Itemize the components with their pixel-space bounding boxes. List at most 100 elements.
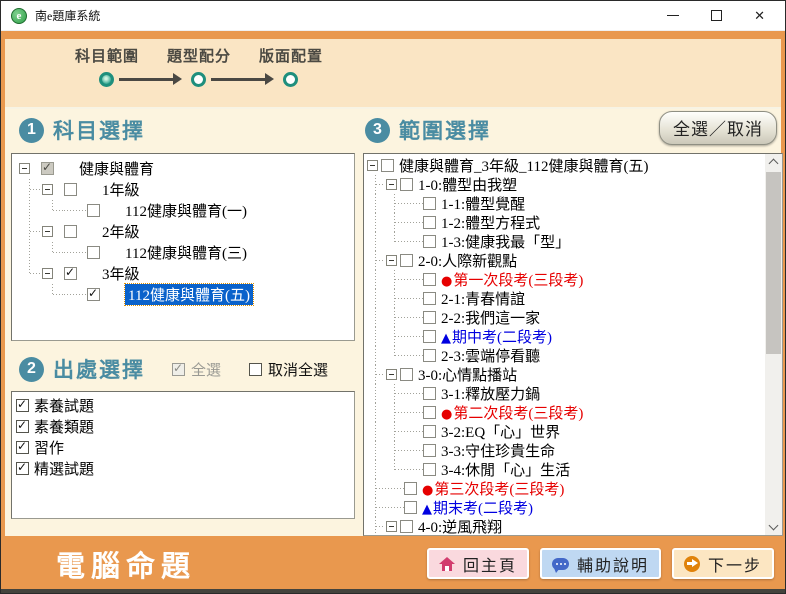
tree-connector (385, 384, 404, 403)
checkbox[interactable] (423, 292, 436, 305)
checkbox[interactable] (423, 197, 436, 210)
expand-toggle-icon[interactable] (386, 369, 397, 380)
expand-toggle-icon[interactable] (42, 184, 53, 195)
checkbox[interactable] (400, 178, 413, 191)
checkbox[interactable] (423, 444, 436, 457)
tree-node-label[interactable]: 4-0:逆風飛翔 (418, 516, 502, 536)
checkbox[interactable] (423, 235, 436, 248)
maximize-button-icon[interactable] (711, 10, 722, 21)
tree-node-label[interactable]: 3-0:心情點播站 (418, 364, 517, 385)
tree-connector (366, 346, 385, 365)
chat-icon (552, 558, 569, 570)
tree-node-label[interactable]: ▲期末考(二段考) (422, 497, 533, 518)
tree-node-label[interactable]: 1-0:體型由我塑 (418, 174, 517, 195)
tree-node-label[interactable]: 3-3:守住珍貴生命 (441, 440, 555, 461)
tree-node-label[interactable]: 2-3:雲端停看聽 (441, 345, 540, 366)
tree-node-label[interactable]: 2-0:人際新觀點 (418, 250, 517, 271)
list-item[interactable]: 習作 (16, 437, 354, 458)
checkbox[interactable] (381, 159, 394, 172)
tree-node-label[interactable]: 2-2:我們這一家 (441, 307, 540, 328)
tree-node-label[interactable]: 健康與體育 (79, 158, 154, 179)
checkbox[interactable] (400, 520, 413, 533)
checkbox[interactable] (16, 399, 29, 412)
tree-node-label[interactable]: 112健康與體育(一) (125, 200, 247, 221)
exam-bullet-circle-icon: ● (441, 407, 452, 422)
tree-node-label[interactable]: ●第一次段考(三段考) (441, 269, 583, 290)
list-item[interactable]: 精選試題 (16, 458, 354, 479)
expand-toggle-icon[interactable] (386, 521, 397, 532)
checkbox[interactable] (404, 482, 417, 495)
deselect-all-checkbox[interactable] (249, 363, 262, 376)
expand-toggle-icon[interactable] (386, 179, 397, 190)
tree-node-label[interactable]: ●第二次段考(三段考) (441, 402, 583, 423)
tree-node-label[interactable]: 3-1:釋放壓力鍋 (441, 383, 540, 404)
checkbox[interactable] (423, 349, 436, 362)
close-button-icon[interactable]: ✕ (754, 9, 765, 22)
checkbox[interactable] (423, 330, 436, 343)
tree-node: 1-2:體型方程式 (366, 213, 782, 232)
checkbox[interactable] (423, 387, 436, 400)
next-step-button[interactable]: 下一步 (672, 548, 774, 579)
checkbox[interactable] (423, 463, 436, 476)
tree-connector (404, 422, 423, 441)
tree-node-label[interactable]: 1-2:體型方程式 (441, 212, 540, 233)
tree-node-label[interactable]: 3-2:EQ「心」世界 (441, 421, 560, 442)
list-item[interactable]: 素養類題 (16, 416, 354, 437)
select-all-checkbox[interactable] (172, 363, 185, 376)
list-item[interactable]: 素養試題 (16, 395, 354, 416)
tree-connector (64, 284, 87, 305)
checkbox[interactable] (16, 420, 29, 433)
checkbox[interactable] (423, 273, 436, 286)
checkbox[interactable] (423, 406, 436, 419)
app-window: e 南e題庫系統 ✕ 科目範圍 題型配分 版面配置 (0, 0, 786, 594)
tree-node-label[interactable]: ▲期中考(二段考) (441, 326, 552, 347)
tree-node-label[interactable]: 2-1:青春情誼 (441, 288, 525, 309)
scroll-up-icon[interactable] (769, 159, 779, 169)
tree-node-label[interactable]: 3年級 (102, 263, 140, 284)
panel1-number-badge: 1 (19, 118, 44, 143)
checkbox[interactable] (64, 225, 77, 238)
checkbox[interactable] (64, 183, 77, 196)
expand-toggle-icon[interactable] (386, 255, 397, 266)
tree-connector (404, 213, 423, 232)
checkbox[interactable] (87, 246, 100, 259)
help-button[interactable]: 輔助說明 (540, 548, 661, 579)
checkbox[interactable] (16, 441, 29, 454)
expand-toggle-icon[interactable] (19, 163, 30, 174)
tree-connector (18, 242, 41, 263)
minimize-button-icon[interactable] (667, 15, 679, 16)
scrollbar[interactable] (765, 154, 782, 535)
checkbox[interactable] (423, 216, 436, 229)
tree-node-label[interactable]: 1-1:體型覺醒 (441, 193, 525, 214)
tree-node-label[interactable]: 1-3:健康我最「型」 (441, 231, 570, 252)
tree-node-label[interactable]: ●第三次段考(三段考) (422, 478, 564, 499)
footer-bar: 電腦命題 回主頁 輔助說明 下一步 (1, 536, 785, 591)
home-button[interactable]: 回主頁 (427, 548, 529, 579)
checkbox[interactable] (16, 462, 29, 475)
checkbox[interactable] (404, 501, 417, 514)
tree-node: 1-1:體型覺醒 (366, 194, 782, 213)
tree-node-label[interactable]: 112健康與體育(五) (125, 284, 253, 305)
expand-toggle-icon[interactable] (42, 268, 53, 279)
checkbox[interactable] (423, 311, 436, 324)
tree-node-label[interactable]: 1年級 (102, 179, 140, 200)
expand-toggle-icon[interactable] (42, 226, 53, 237)
tree-connector (366, 213, 385, 232)
tree-node-label[interactable]: 健康與體育_3年級_112健康與體育(五) (399, 155, 648, 176)
tree-node-label[interactable]: 3-4:休閒「心」生活 (441, 459, 570, 480)
tree-node-label[interactable]: 112健康與體育(三) (125, 242, 247, 263)
expand-toggle-icon[interactable] (367, 160, 378, 171)
checkbox[interactable] (87, 204, 100, 217)
checkbox[interactable] (400, 368, 413, 381)
checkbox[interactable] (87, 288, 100, 301)
tree-node-label[interactable]: 2年級 (102, 221, 140, 242)
checkbox[interactable] (41, 162, 54, 175)
checkbox[interactable] (64, 267, 77, 280)
checkbox[interactable] (423, 425, 436, 438)
scroll-down-icon[interactable] (769, 521, 779, 531)
checkbox[interactable] (400, 254, 413, 267)
scrollbar-thumb[interactable] (766, 172, 781, 354)
background-window-strip (1, 589, 785, 593)
tree-node: ●第二次段考(三段考) (366, 403, 782, 422)
select-all-toggle-button[interactable]: 全選／取消 (659, 111, 777, 145)
